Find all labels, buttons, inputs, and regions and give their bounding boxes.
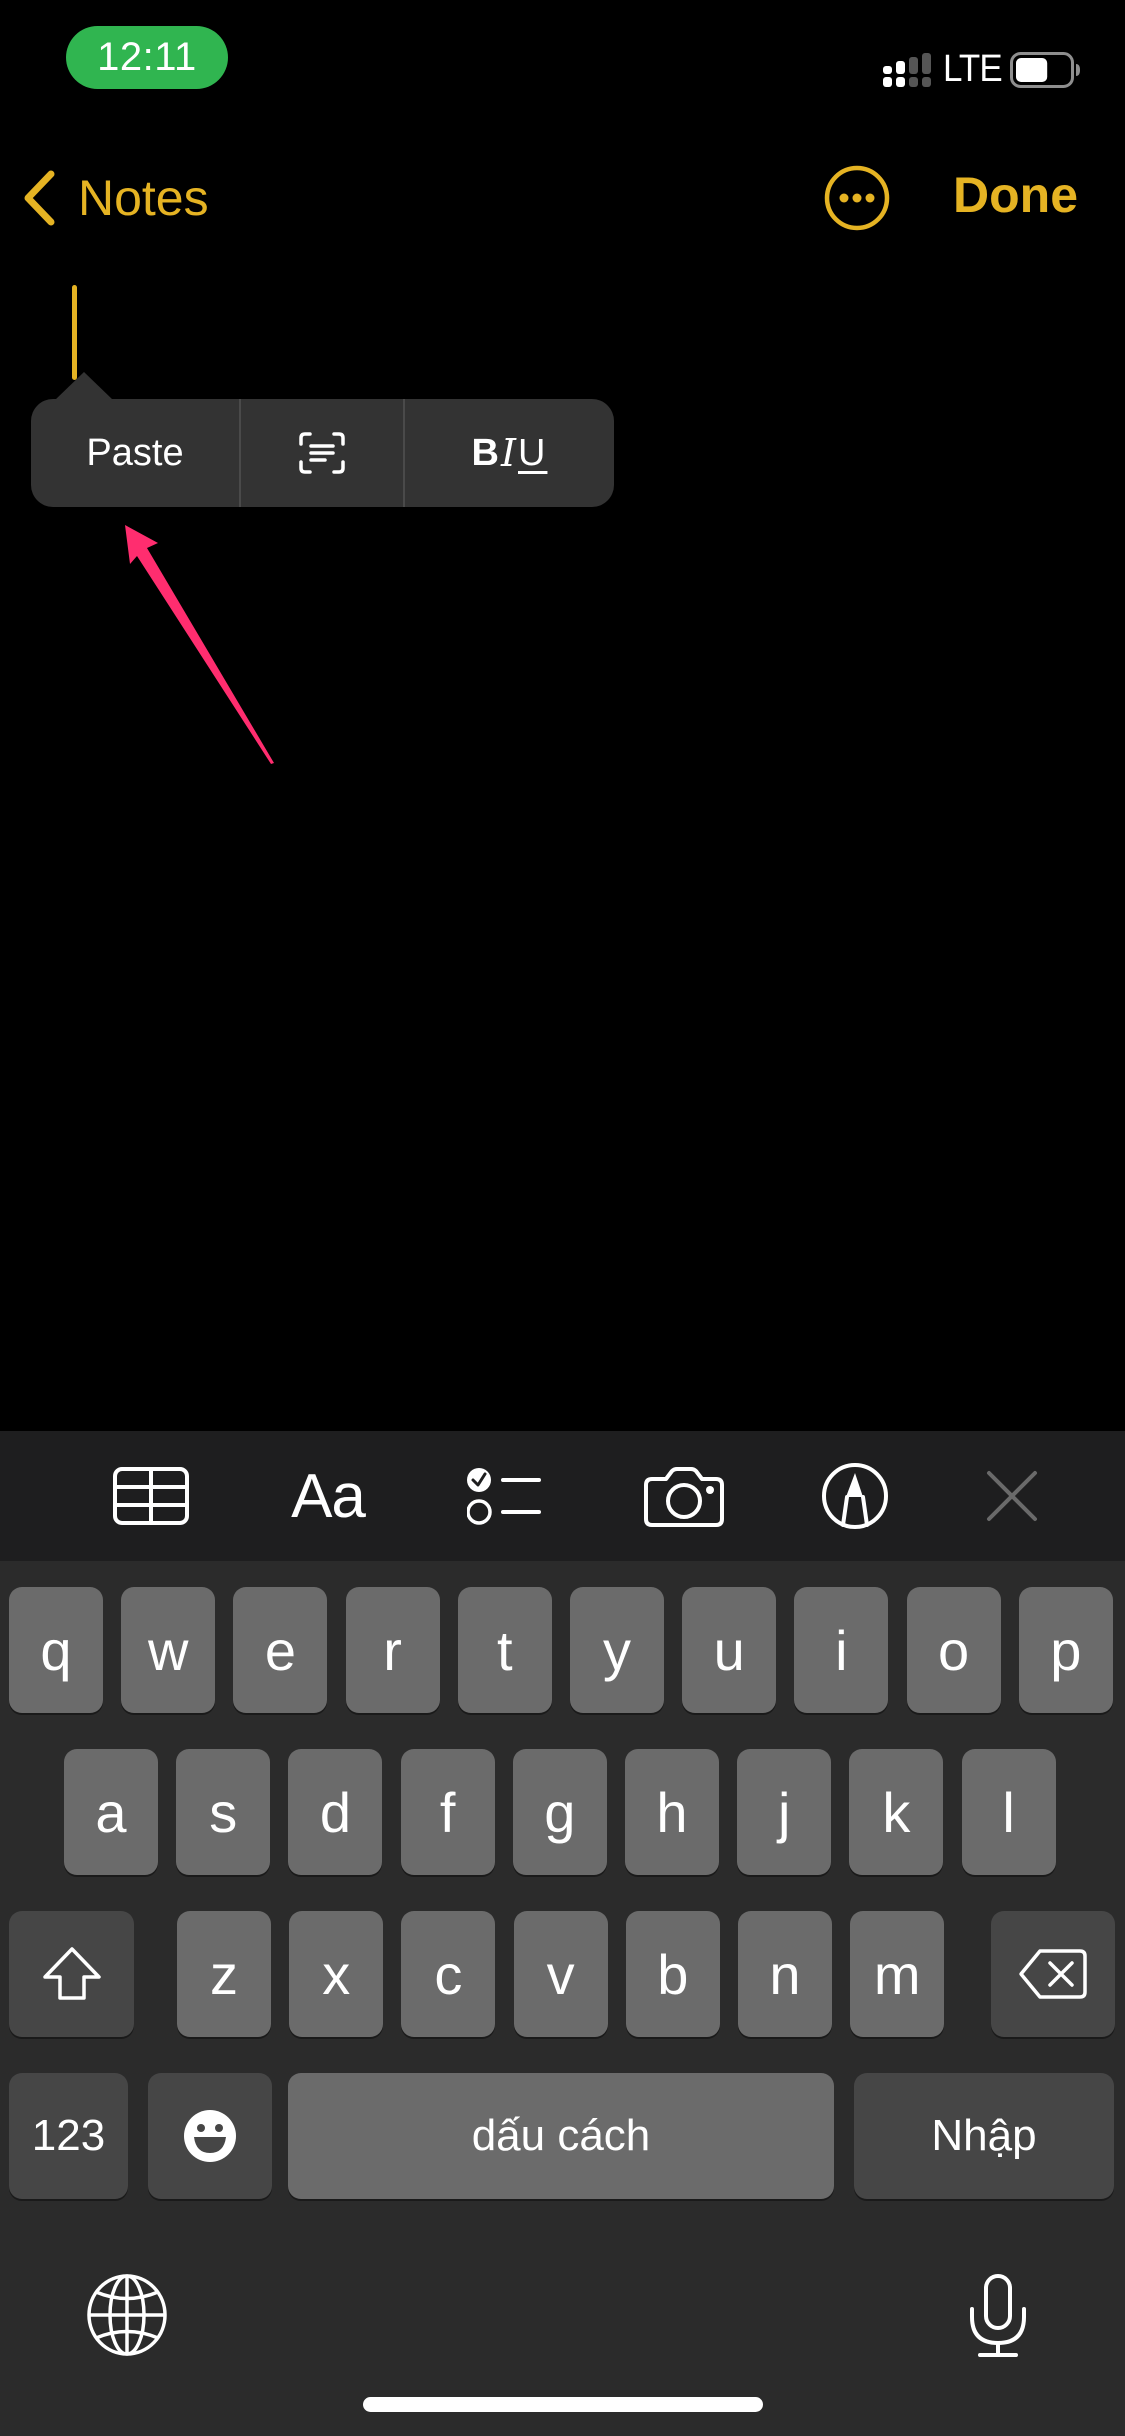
camera-icon [644,1467,724,1527]
time-pill[interactable]: 12:11 [66,26,228,89]
delete-backspace-icon [1019,1949,1087,1999]
shift-key[interactable] [9,1911,134,2037]
key-u[interactable]: u [682,1587,777,1713]
table-icon [113,1467,189,1525]
paste-button[interactable]: Paste [31,399,239,507]
key-c[interactable]: c [401,1911,496,2037]
shift-icon [42,1947,101,2000]
key-d[interactable]: d [288,1749,383,1875]
key-b[interactable]: b [625,1911,720,2037]
key-j[interactable]: j [737,1749,832,1875]
space-key[interactable]: dấu cách [288,2073,834,2199]
emoji-key[interactable] [148,2073,272,2199]
bold-glyph: B [471,431,501,474]
key-w[interactable]: w [121,1587,216,1713]
markup-pen-icon [822,1463,888,1529]
key-g[interactable]: g [512,1749,607,1875]
close-icon [987,1471,1037,1521]
key-l[interactable]: l [961,1749,1056,1875]
scan-text-button[interactable] [241,399,403,507]
text-style-button[interactable]: Aa [280,1453,376,1539]
italic-glyph: I [500,431,518,475]
key-n[interactable]: n [738,1911,832,2037]
key-e[interactable]: e [233,1587,328,1713]
checklist-icon [467,1468,541,1525]
back-label: Notes [78,170,209,226]
edit-menu-pointer [55,372,113,400]
close-toolbar-button[interactable] [980,1453,1044,1539]
return-key[interactable]: Nhập [854,2073,1114,2199]
key-r[interactable]: r [345,1587,440,1713]
format-toolbar: Aa [0,1431,1125,1561]
key-o[interactable]: o [906,1587,1001,1713]
key-q[interactable]: q [9,1587,103,1713]
key-x[interactable]: x [289,1911,384,2037]
home-indicator[interactable] [363,2397,763,2412]
globe-icon [87,2274,167,2356]
key-y[interactable]: y [570,1587,664,1713]
done-button[interactable]: Done [953,166,1078,224]
text-format-button[interactable]: BIU [405,399,614,507]
battery-icon [1010,52,1080,88]
camera-button[interactable] [640,1453,728,1539]
scan-text-icon [299,432,345,474]
markup-button[interactable] [818,1453,892,1539]
key-m[interactable]: m [850,1911,945,2037]
key-s[interactable]: s [176,1749,271,1875]
text-cursor [72,285,77,380]
table-button[interactable] [108,1453,194,1539]
dictation-button[interactable] [968,2273,1028,2359]
globe-button[interactable] [86,2273,168,2357]
key-p[interactable]: p [1018,1587,1113,1713]
numbers-key[interactable]: 123 [9,2073,128,2199]
key-h[interactable]: h [625,1749,719,1875]
key-t[interactable]: t [457,1587,552,1713]
key-z[interactable]: z [177,1911,271,2037]
emoji-icon [184,2110,236,2162]
chevron-left-icon [24,170,55,226]
checklist-button[interactable] [462,1453,546,1539]
microphone-icon [970,2274,1026,2357]
edit-menu: Paste BIU [31,399,614,507]
key-k[interactable]: k [849,1749,944,1875]
network-type: LTE [943,48,1003,90]
key-v[interactable]: v [513,1911,608,2037]
key-f[interactable]: f [400,1749,495,1875]
ellipsis-circle-icon [824,165,890,231]
cellular-signal-icon [883,53,931,87]
underline-glyph: U [518,431,548,474]
keyboard: qwertyuiop asdfghjkl zxcvbnm 123 dấu các… [0,1561,1125,2436]
back-button[interactable]: Notes [22,162,209,234]
key-a[interactable]: a [64,1749,158,1875]
more-options-button[interactable] [823,164,891,232]
key-i[interactable]: i [794,1587,889,1713]
status-time: 12:11 [97,35,197,79]
delete-key[interactable] [991,1911,1115,2037]
